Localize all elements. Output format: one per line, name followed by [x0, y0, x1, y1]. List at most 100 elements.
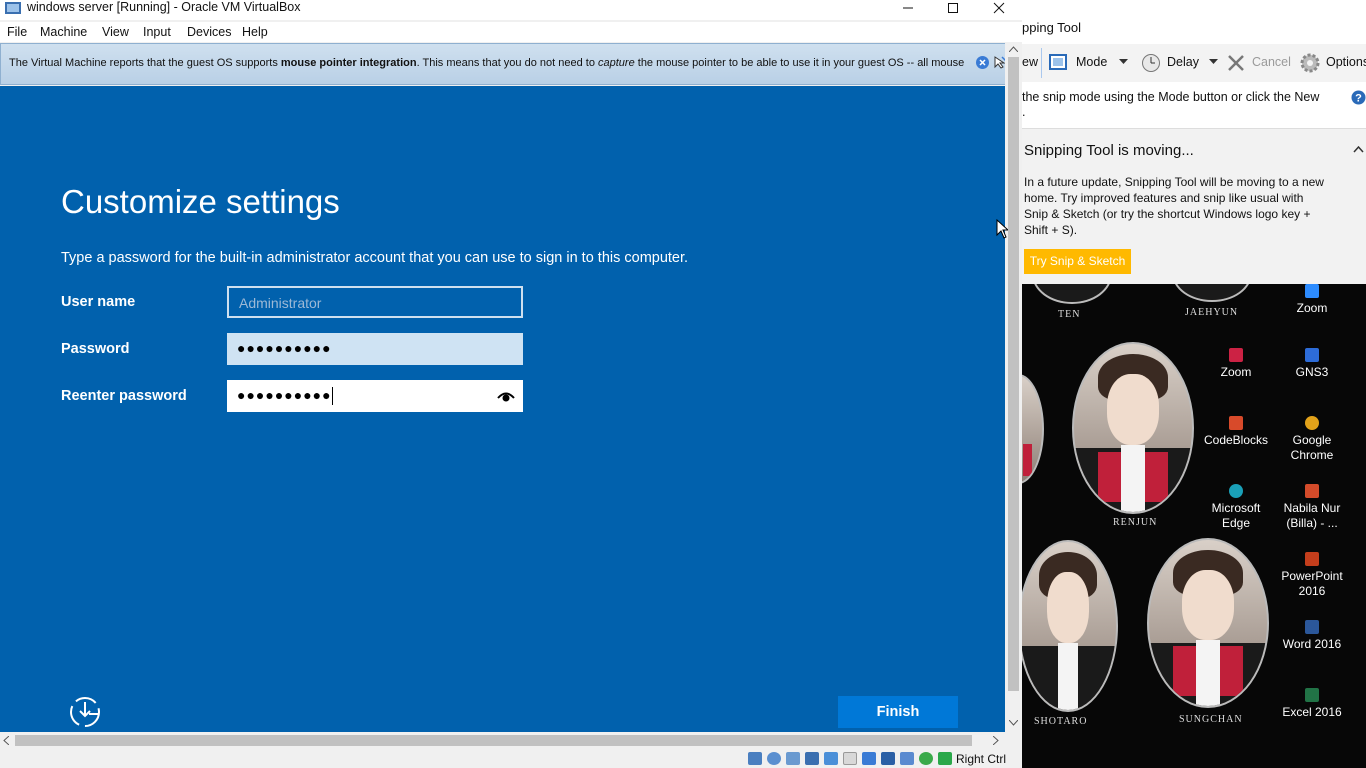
desktop-icon-zoom[interactable]: Zoom: [1200, 348, 1272, 380]
finish-button[interactable]: Finish: [838, 696, 958, 728]
desktop-icon-excel[interactable]: Excel 2016: [1276, 688, 1348, 720]
mouse-integration-notification: The Virtual Machine reports that the gue…: [0, 43, 1008, 85]
scroll-left-icon[interactable]: [3, 736, 9, 745]
shortcut-icon: [1305, 484, 1319, 498]
word-icon: [1305, 620, 1319, 634]
scroll-up-icon[interactable]: [1009, 46, 1018, 52]
delay-clock-icon[interactable]: [1141, 53, 1161, 73]
photo-name-renjun: RENJUN: [1113, 517, 1158, 528]
username-label: User name: [61, 294, 136, 310]
desktop-icon-edge[interactable]: Microsoft Edge: [1200, 484, 1272, 531]
photo-renjun: [1072, 342, 1194, 514]
snipping-tool-title: pping Tool: [1022, 20, 1082, 35]
close-notification-icon[interactable]: [975, 55, 990, 70]
host-key-label: Right Ctrl: [956, 752, 1007, 766]
moving-panel-body: In a future update, Snipping Tool will b…: [1024, 175, 1324, 237]
cancel-button[interactable]: Cancel: [1252, 55, 1291, 69]
try-snip-sketch-button[interactable]: Try Snip & Sketch: [1024, 249, 1131, 274]
desktop-icon-zoom-top[interactable]: Zoom: [1276, 284, 1348, 316]
options-button[interactable]: Options: [1326, 55, 1366, 69]
username-field[interactable]: Administrator: [227, 286, 523, 318]
desktop-icon-chrome[interactable]: Google Chrome: [1276, 416, 1348, 463]
delay-dropdown-icon[interactable]: [1209, 59, 1218, 65]
menu-bar: File Machine View Input Devices Help: [0, 22, 1022, 42]
mouse-integration-status-icon[interactable]: [919, 752, 933, 765]
password-field[interactable]: ●●●●●●●●●●: [227, 333, 523, 365]
window-title: windows server [Running] - Oracle VM Vir…: [27, 0, 301, 14]
vertical-scroll-thumb[interactable]: [1008, 57, 1019, 691]
options-gear-icon[interactable]: [1299, 52, 1321, 74]
audio-icon[interactable]: [786, 752, 800, 765]
scroll-down-icon[interactable]: [1009, 720, 1018, 726]
horizontal-scrollbar[interactable]: [0, 732, 1005, 749]
guest-setup-screen: Customize settings Type a password for t…: [0, 86, 1005, 732]
page-title: Customize settings: [61, 183, 340, 220]
photo-name-sungchan: SUNGCHAN: [1179, 714, 1243, 725]
horizontal-scroll-thumb[interactable]: [15, 735, 972, 746]
powerpoint-icon: [1305, 552, 1319, 566]
desktop-icon-word[interactable]: Word 2016: [1276, 620, 1348, 652]
display-icon[interactable]: [862, 752, 876, 765]
optical-drive-icon[interactable]: [767, 752, 781, 765]
menu-help[interactable]: Help: [242, 25, 268, 39]
desktop-icon-powerpoint[interactable]: PowerPoint 2016: [1276, 552, 1348, 599]
help-icon[interactable]: ?: [1351, 90, 1366, 105]
snipping-tool-window: pping Tool ew Mode Delay Cancel Options …: [1022, 0, 1366, 284]
close-button[interactable]: [976, 0, 1022, 16]
delay-button[interactable]: Delay: [1167, 55, 1199, 69]
shared-folders-icon[interactable]: [843, 752, 857, 765]
virtualbox-icon: [5, 2, 21, 14]
desktop-icon-codeblocks[interactable]: CodeBlocks: [1200, 416, 1272, 448]
usb-icon[interactable]: [824, 752, 838, 765]
title-bar: windows server [Running] - Oracle VM Vir…: [0, 0, 1022, 20]
new-button[interactable]: ew: [1022, 55, 1038, 69]
reveal-password-icon[interactable]: [497, 388, 515, 404]
ease-of-access-icon[interactable]: [67, 694, 103, 730]
photo-jaehyun: [1172, 284, 1252, 302]
menu-devices[interactable]: Devices: [187, 25, 231, 39]
menu-machine[interactable]: Machine: [40, 25, 87, 39]
desktop-icon-nabila[interactable]: Nabila Nur (Billa) - ...: [1276, 484, 1348, 531]
collapse-chevron-icon[interactable]: [1353, 146, 1364, 153]
cancel-x-icon[interactable]: [1227, 54, 1245, 72]
mode-dropdown-icon[interactable]: [1119, 59, 1128, 65]
scroll-right-icon[interactable]: [993, 736, 999, 745]
minimize-button[interactable]: [885, 0, 931, 16]
mode-icon[interactable]: [1049, 54, 1067, 70]
menu-file[interactable]: File: [7, 25, 27, 39]
snipping-toolbar: ew Mode Delay Cancel Options: [1022, 44, 1366, 82]
maximize-button[interactable]: [930, 0, 976, 16]
zoom-icon: [1305, 284, 1319, 298]
virtualbox-window: windows server [Running] - Oracle VM Vir…: [0, 0, 1022, 768]
network-icon[interactable]: [805, 752, 819, 765]
photo-name-shotaro: SHOTARO: [1034, 716, 1088, 727]
mode-button[interactable]: Mode: [1076, 55, 1107, 69]
photo-name-jaehyun: JAEHYUN: [1185, 307, 1239, 318]
menu-view[interactable]: View: [102, 25, 129, 39]
keyboard-capture-icon[interactable]: [938, 752, 952, 765]
maximize-icon: [948, 3, 958, 13]
desktop-background: TEN JAEHYUN RENJUN SHOTARO SUNGCHAN Zoom…: [1022, 284, 1366, 768]
virtualization-icon[interactable]: [900, 752, 914, 765]
minimize-icon: [903, 7, 913, 9]
svg-text:?: ?: [1355, 93, 1362, 105]
reenter-password-label: Reenter password: [61, 388, 187, 404]
photo-ten: [1032, 284, 1112, 304]
menu-input[interactable]: Input: [143, 25, 171, 39]
snip-hint-text: the snip mode using the Mode button or c…: [1022, 90, 1320, 104]
codeblocks-icon: [1229, 416, 1243, 430]
vertical-scrollbar[interactable]: [1005, 43, 1022, 732]
status-bar: Right Ctrl: [0, 749, 1022, 768]
excel-icon: [1305, 688, 1319, 702]
desktop-icon-gns3[interactable]: GNS3: [1276, 348, 1348, 380]
photo-name-ten: TEN: [1058, 309, 1081, 320]
video-capture-icon[interactable]: [881, 752, 895, 765]
snip-hint-text-2: .: [1022, 105, 1026, 119]
photo-partial: [1022, 374, 1044, 484]
close-icon: [993, 2, 1005, 14]
password-label: Password: [61, 341, 130, 357]
reenter-password-value: ●●●●●●●●●●: [237, 387, 332, 403]
edge-icon: [1229, 484, 1243, 498]
hard-disk-icon[interactable]: [748, 752, 762, 765]
reenter-password-field[interactable]: ●●●●●●●●●●: [227, 380, 523, 412]
